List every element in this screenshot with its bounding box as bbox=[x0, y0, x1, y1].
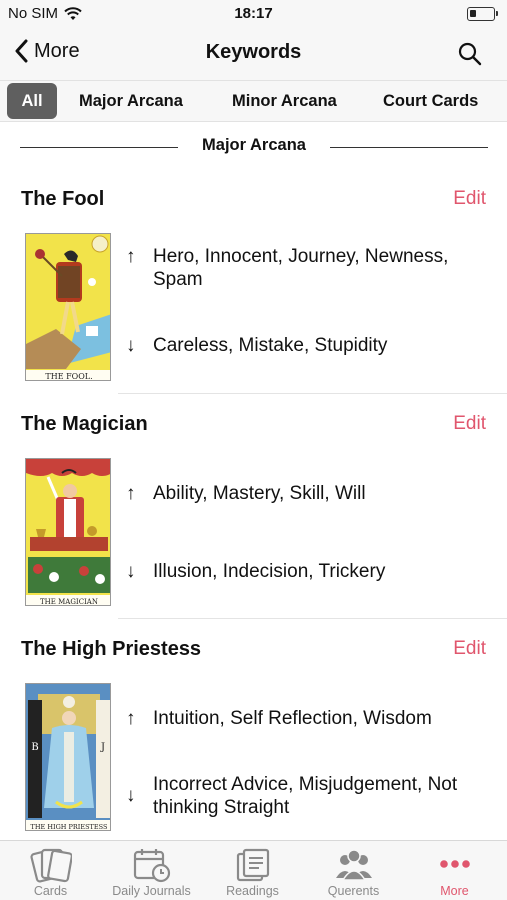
tab-daily-journals[interactable]: Daily Journals bbox=[101, 841, 202, 900]
row-divider bbox=[118, 618, 507, 619]
card-name: The High Priestess bbox=[21, 638, 202, 660]
card-row: The Magician Edit THE MAGICIAN ↑ Ability… bbox=[0, 411, 507, 619]
people-icon bbox=[336, 849, 372, 881]
filter-all[interactable]: All bbox=[7, 83, 57, 119]
svg-text:J: J bbox=[100, 742, 105, 753]
arrow-down-icon: ↓ bbox=[126, 561, 136, 582]
reversed-keywords: ↓ Illusion, Indecision, Trickery bbox=[126, 560, 496, 584]
upright-keywords: ↑ Intuition, Self Reflection, Wisdom bbox=[126, 707, 496, 731]
edit-button[interactable]: Edit bbox=[453, 413, 486, 435]
upright-keywords-text: Ability, Mastery, Skill, Will bbox=[153, 483, 366, 504]
filter-major-arcana[interactable]: Major Arcana bbox=[79, 83, 183, 119]
tab-cards[interactable]: Cards bbox=[0, 841, 101, 900]
magician-card-illustration: THE MAGICIAN bbox=[26, 459, 110, 606]
more-dots-icon bbox=[440, 860, 470, 868]
tab-querents[interactable]: Querents bbox=[303, 841, 404, 900]
card-image-the-high-priestess: B J THE HIGH PRIESTESS bbox=[25, 683, 111, 831]
tab-more[interactable]: More bbox=[404, 841, 505, 900]
cards-icon bbox=[30, 848, 72, 883]
card-image-the-magician: THE MAGICIAN bbox=[25, 458, 111, 606]
svg-text:B: B bbox=[31, 742, 38, 753]
category-filter: All Major Arcana Minor Arcana Court Card… bbox=[0, 80, 507, 122]
readings-icon bbox=[236, 848, 270, 882]
card-name: The Fool bbox=[21, 188, 105, 210]
card-row: The High Priestess Edit B J THE HIGH PRI… bbox=[0, 636, 507, 840]
tab-readings[interactable]: Readings bbox=[202, 841, 303, 900]
reversed-keywords-text: Illusion, Indecision, Trickery bbox=[153, 561, 386, 582]
tab-daily-journals-label: Daily Journals bbox=[112, 884, 191, 898]
card-caption: THE HIGH PRIESTESS bbox=[31, 823, 108, 831]
page-title: Keywords bbox=[205, 41, 302, 63]
arrow-down-icon: ↓ bbox=[126, 785, 136, 806]
status-time: 18:17 bbox=[234, 5, 273, 22]
filter-court-cards[interactable]: Court Cards bbox=[383, 83, 478, 119]
filter-minor-arcana[interactable]: Minor Arcana bbox=[232, 83, 337, 119]
edit-button[interactable]: Edit bbox=[453, 638, 486, 660]
status-bar: No SIM 18:17 bbox=[0, 0, 507, 28]
battery-icon bbox=[467, 7, 498, 21]
card-caption: THE MAGICIAN bbox=[40, 598, 98, 606]
row-divider bbox=[118, 393, 507, 394]
arrow-up-icon: ↑ bbox=[126, 483, 136, 504]
tab-querents-label: Querents bbox=[327, 884, 380, 898]
tab-bar: Cards Daily Journals Readings Querents M… bbox=[0, 840, 507, 900]
section-title: Major Arcana bbox=[202, 136, 306, 154]
high-priestess-card-illustration: B J THE HIGH PRIESTESS bbox=[26, 684, 110, 831]
tab-cards-label: Cards bbox=[33, 884, 68, 898]
fool-card-illustration: THE FOOL. bbox=[26, 234, 110, 381]
battery-level-fill bbox=[470, 10, 476, 17]
card-name: The Magician bbox=[21, 413, 148, 435]
arrow-up-icon: ↑ bbox=[126, 708, 136, 729]
tab-more-label: More bbox=[440, 884, 469, 898]
reversed-keywords: ↓ Incorrect Advice, Misjudgement, Not th… bbox=[126, 773, 496, 819]
arrow-down-icon: ↓ bbox=[126, 335, 136, 356]
reversed-keywords: ↓ Careless, Mistake, Stupidity bbox=[126, 334, 496, 358]
upright-keywords: ↑ Hero, Innocent, Journey, Newness, Spam bbox=[126, 245, 496, 291]
section-divider-right bbox=[330, 147, 488, 148]
calendar-clock-icon bbox=[133, 849, 171, 883]
upright-keywords-text: Intuition, Self Reflection, Wisdom bbox=[153, 708, 432, 729]
section-header: Major Arcana bbox=[20, 134, 488, 160]
navigation-bar: More Keywords bbox=[0, 28, 507, 80]
card-caption: THE FOOL. bbox=[45, 372, 92, 381]
upright-keywords: ↑ Ability, Mastery, Skill, Will bbox=[126, 482, 496, 506]
arrow-up-icon: ↑ bbox=[126, 246, 136, 267]
reversed-keywords-text: Careless, Mistake, Stupidity bbox=[153, 335, 388, 356]
upright-keywords-text: Hero, Innocent, Journey, Newness, Spam bbox=[153, 246, 449, 290]
search-icon[interactable] bbox=[457, 41, 483, 67]
edit-button[interactable]: Edit bbox=[453, 188, 486, 210]
card-row: The Fool Edit THE FOOL. ↑ Hero, Innocent… bbox=[0, 186, 507, 394]
card-image-the-fool: THE FOOL. bbox=[25, 233, 111, 381]
tab-readings-label: Readings bbox=[226, 884, 279, 898]
reversed-keywords-text: Incorrect Advice, Misjudgement, Not thin… bbox=[153, 774, 458, 818]
